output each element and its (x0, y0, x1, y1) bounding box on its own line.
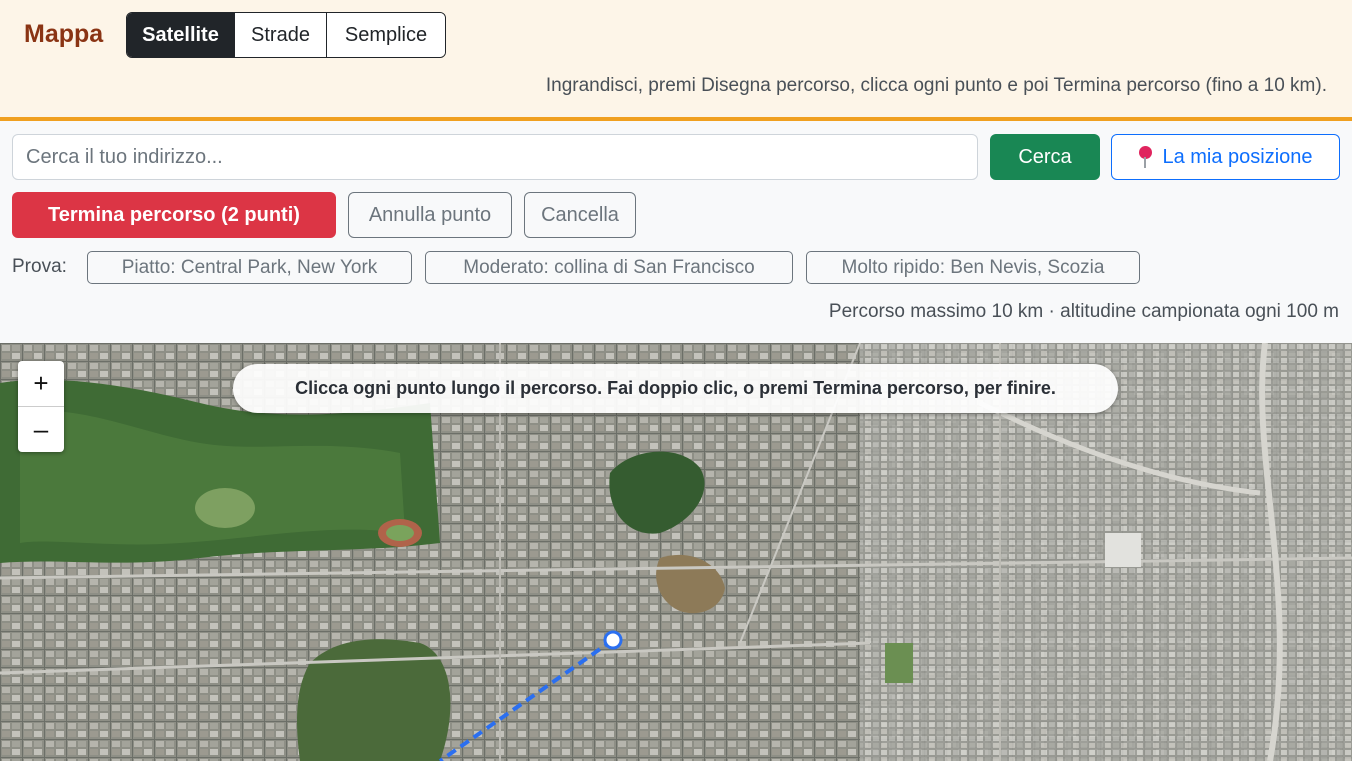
instructions-text: Ingrandisci, premi Disegna percorso, cli… (545, 75, 1327, 96)
zoom-in-button[interactable]: + (18, 361, 64, 407)
my-location-button[interactable]: La mia posizione (1111, 134, 1340, 180)
page-title: Mappa (24, 20, 104, 48)
draw-route-tooltip: Clicca ogni punto lungo il percorso. Fai… (233, 364, 1118, 413)
example-steep-button[interactable]: Molto ripido: Ben Nevis, Scozia (806, 251, 1140, 284)
example-moderate-button[interactable]: Moderato: collina di San Francisco (425, 251, 793, 284)
map-layer-switcher: Satellite Strade Semplice (126, 12, 446, 58)
undo-point-button[interactable]: Annulla punto (348, 192, 512, 238)
examples-label: Prova: (12, 256, 67, 277)
layer-plain-button[interactable]: Semplice (327, 13, 445, 57)
finish-route-button[interactable]: Termina percorso (2 punti) (12, 192, 336, 238)
route-vertex-marker (603, 630, 623, 650)
clear-route-button[interactable]: Cancella (524, 192, 636, 238)
layer-roads-button[interactable]: Strade (235, 13, 327, 57)
app-header: Mappa Satellite Strade Semplice Ingrandi… (0, 0, 1352, 121)
route-limits-text: Percorso massimo 10 km · altitudine camp… (828, 301, 1339, 322)
search-button[interactable]: Cerca (990, 134, 1100, 180)
zoom-out-button[interactable]: – (18, 407, 64, 452)
layer-satellite-button[interactable]: Satellite (127, 13, 235, 57)
my-location-label: La mia posizione (1162, 145, 1313, 168)
example-flat-button[interactable]: Piatto: Central Park, New York (87, 251, 412, 284)
address-search-input[interactable] (12, 134, 978, 180)
zoom-control: + – (18, 361, 64, 452)
map-pin-icon (1138, 146, 1153, 168)
